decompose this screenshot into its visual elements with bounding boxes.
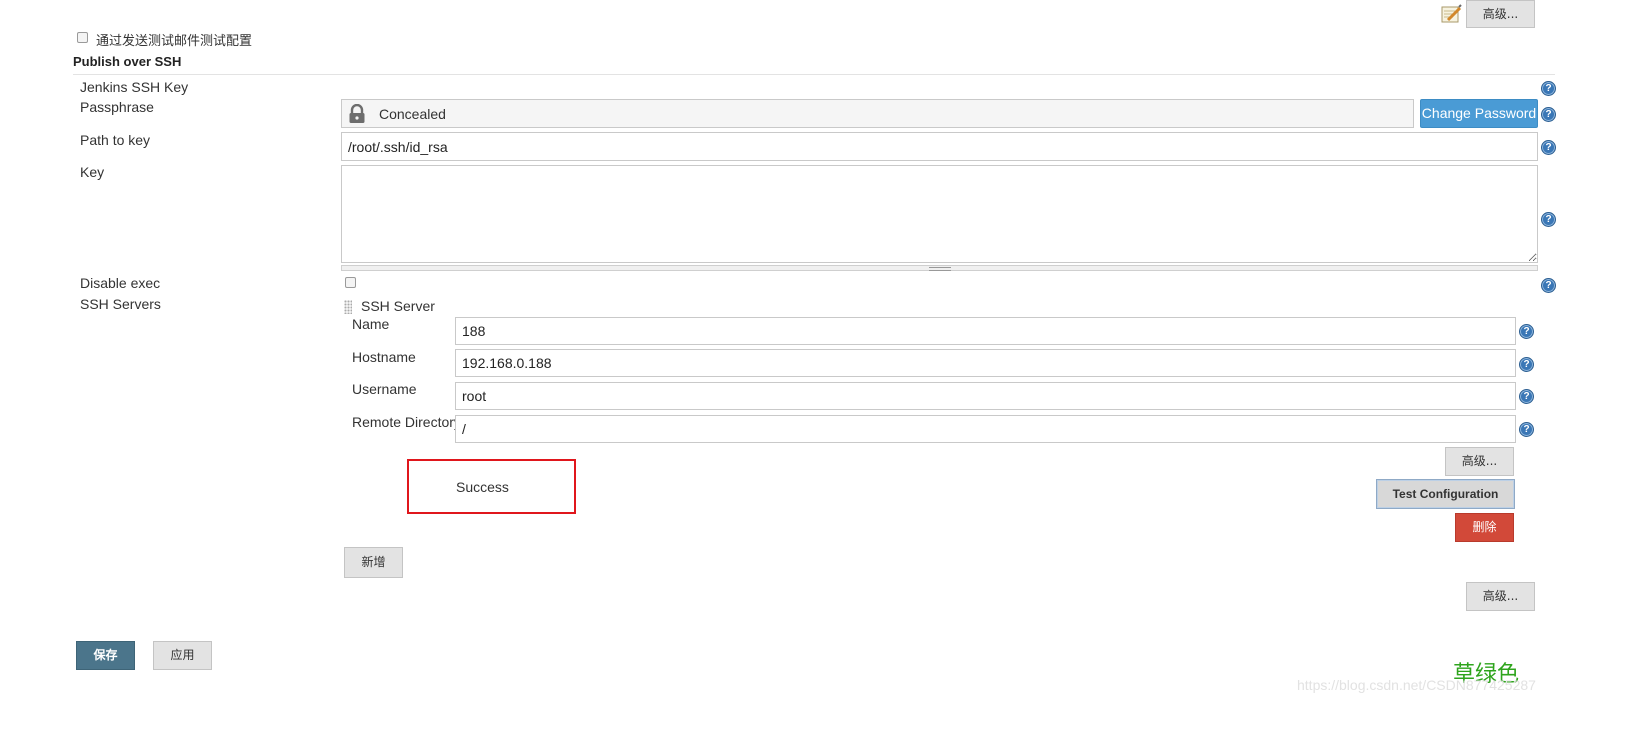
key-label: Key [80,164,105,180]
test-configuration-button[interactable]: Test Configuration [1376,479,1515,509]
server-name-input[interactable] [455,317,1516,345]
email-test-checkbox[interactable] [77,32,88,43]
watermark-url: https://blog.csdn.net/CSDN877425287 [1297,677,1536,693]
section-title: Publish over SSH [73,54,182,69]
ssh-server-header: SSH Server [361,298,435,314]
help-icon[interactable]: ? [1519,357,1534,372]
path-to-key-label: Path to key [80,132,151,148]
passphrase-value: Concealed [379,106,446,122]
drag-handle-icon[interactable] [344,300,352,314]
username-input[interactable] [455,382,1516,410]
email-test-label: 通过发送测试邮件测试配置 [96,34,253,49]
disable-exec-label: Disable exec [80,275,161,291]
add-server-button[interactable]: 新增 [344,547,403,578]
remote-directory-input[interactable] [455,415,1516,443]
help-icon[interactable]: ? [1541,107,1556,122]
delete-button[interactable]: 删除 [1455,513,1514,542]
drag-handle-icon [929,267,951,271]
save-button[interactable]: 保存 [76,641,135,670]
server-advanced-button[interactable]: 高级... [1445,447,1514,476]
server-name-label: Name [352,316,390,332]
help-icon[interactable]: ? [1519,324,1534,339]
apply-button[interactable]: 应用 [153,641,212,670]
notepad-edit-icon[interactable] [1440,4,1462,24]
hostname-input[interactable] [455,349,1516,377]
help-icon[interactable]: ? [1541,278,1556,293]
top-advanced-button[interactable]: 高级... [1466,0,1535,28]
test-status-text: Success [456,479,509,495]
username-label: Username [352,381,417,397]
path-to-key-input[interactable] [341,132,1538,161]
disable-exec-checkbox[interactable] [345,277,356,288]
help-icon[interactable]: ? [1519,422,1534,437]
passphrase-label: Passphrase [80,99,154,115]
ssh-servers-label: SSH Servers [80,296,161,312]
key-textarea[interactable] [341,165,1538,263]
change-password-button[interactable]: Change Password [1420,99,1538,128]
passphrase-field: Concealed [341,99,1414,128]
textarea-resize-bar[interactable] [341,265,1538,271]
section-divider [73,74,1555,75]
bottom-advanced-button[interactable]: 高级... [1466,582,1535,611]
jenkins-ssh-key-label: Jenkins SSH Key [80,79,189,95]
help-icon[interactable]: ? [1519,389,1534,404]
help-icon[interactable]: ? [1541,81,1556,96]
lock-icon [348,103,366,127]
hostname-label: Hostname [352,349,416,365]
remote-directory-label: Remote Directory [352,414,461,430]
help-icon[interactable]: ? [1541,140,1556,155]
help-icon[interactable]: ? [1541,212,1556,227]
